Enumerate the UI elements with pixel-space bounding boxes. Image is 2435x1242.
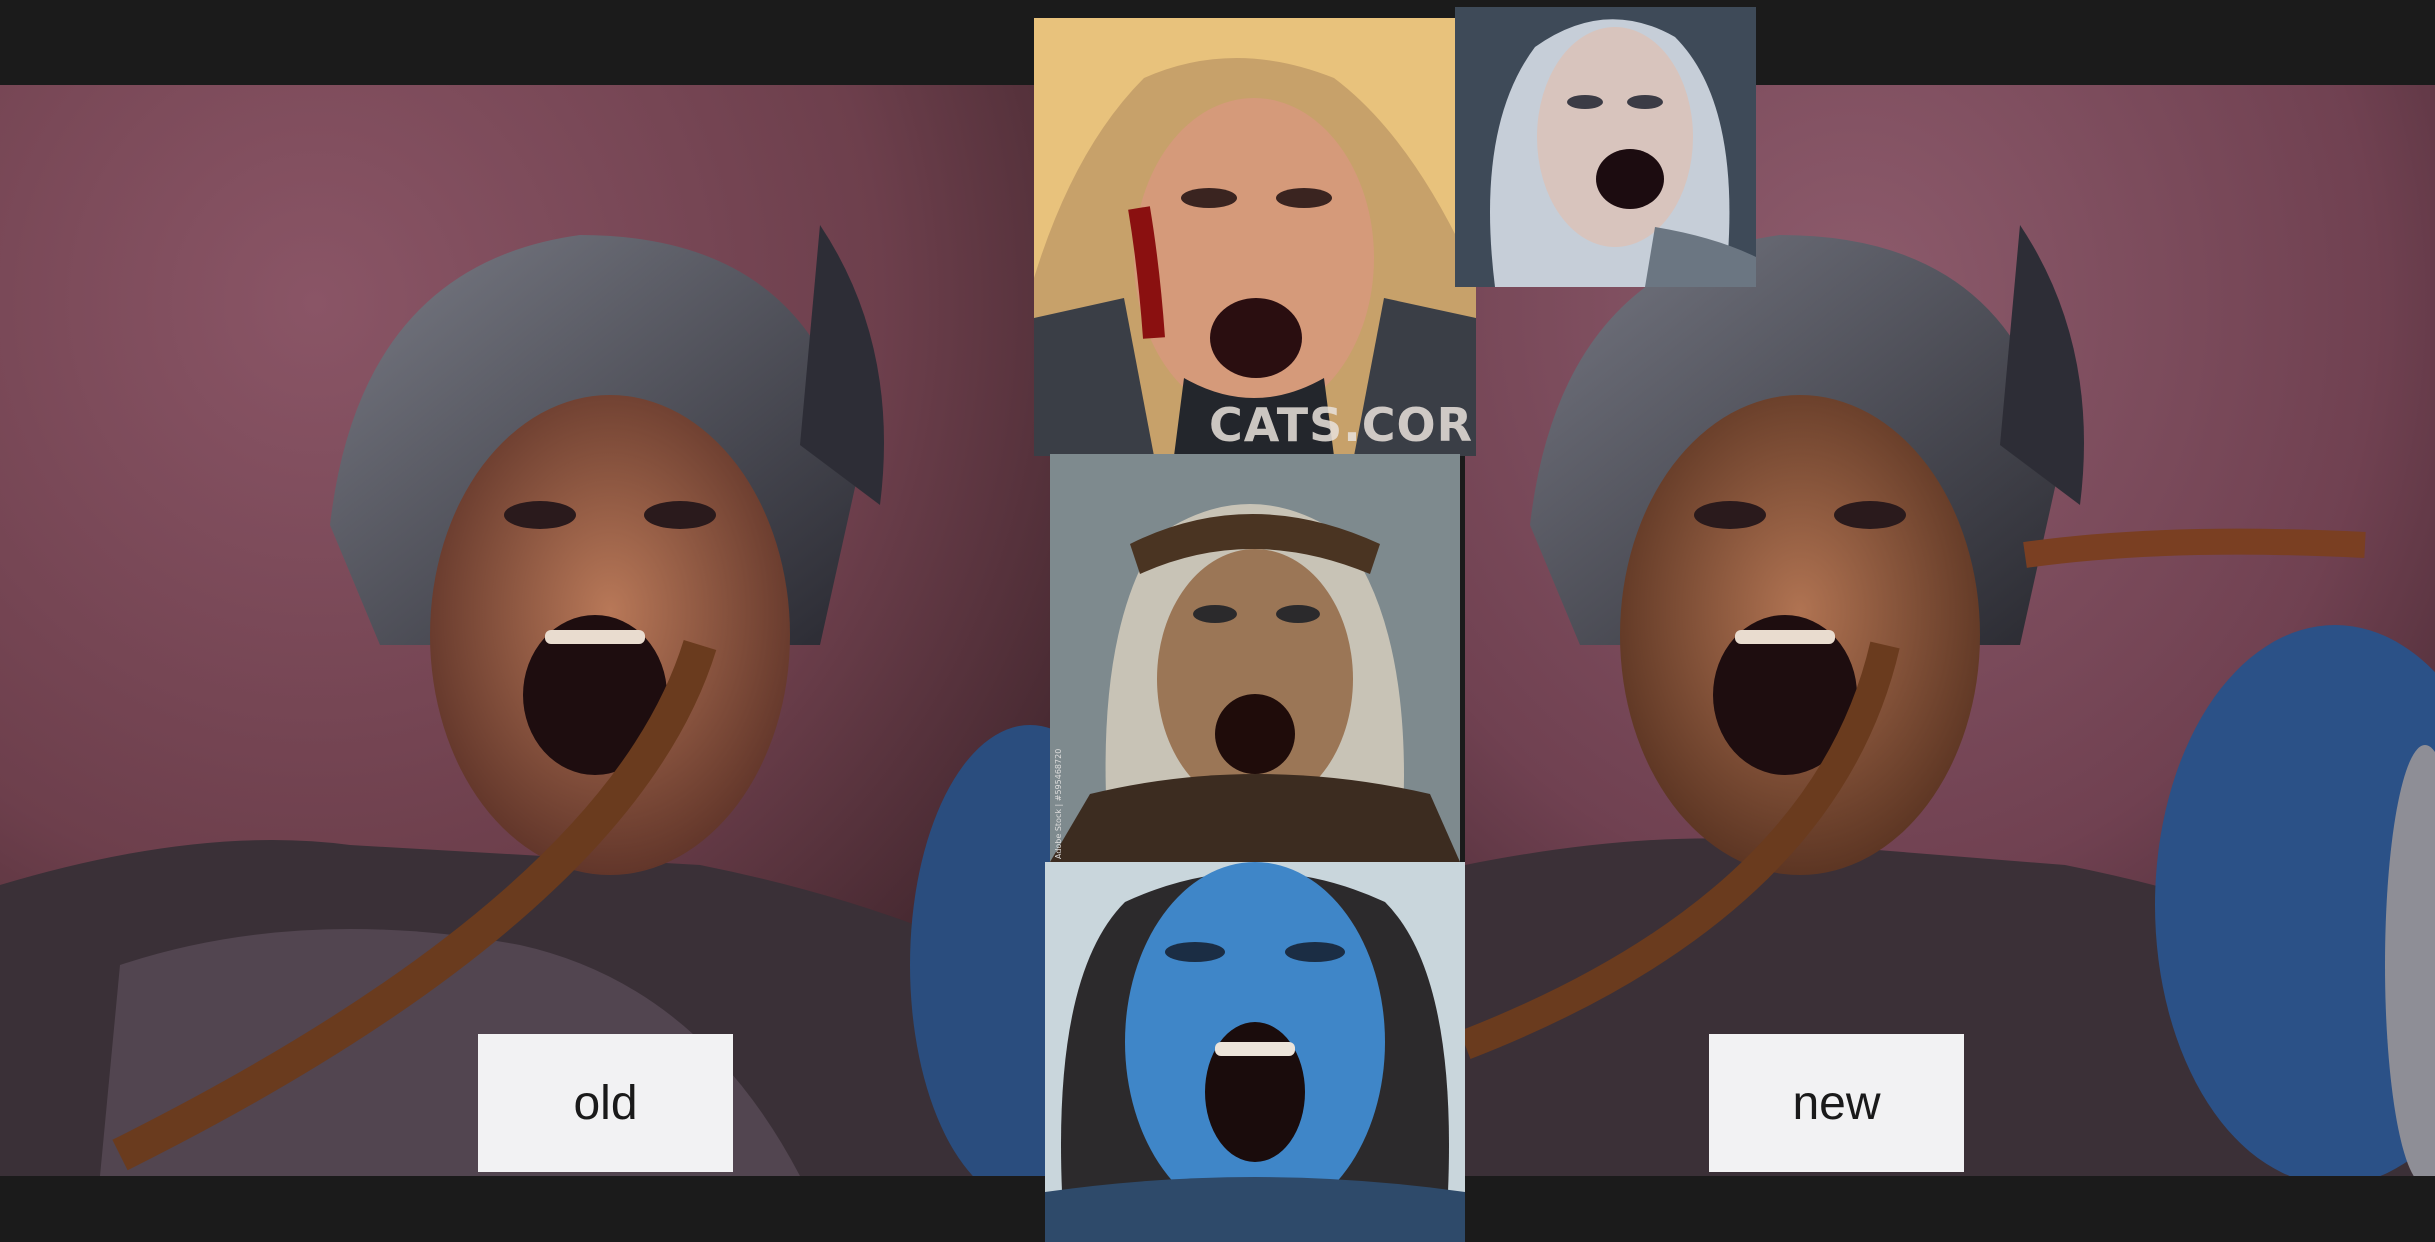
blonde-warrior-photo: CATS.CORN [1034,18,1476,456]
blue-painted-warrior-photo [1045,862,1465,1242]
old-warrior-image [0,85,1050,1176]
muddy-warrior-photo: Adobe Stock | #595468720 [1050,454,1460,862]
new-label: new [1709,1034,1964,1172]
cats-corn-watermark: CATS.CORN [1209,398,1476,452]
adobe-stock-watermark: Adobe Stock | #595468720 [1054,748,1063,859]
silver-haired-warrior-photo [1455,7,1756,287]
old-label: old [478,1034,733,1172]
